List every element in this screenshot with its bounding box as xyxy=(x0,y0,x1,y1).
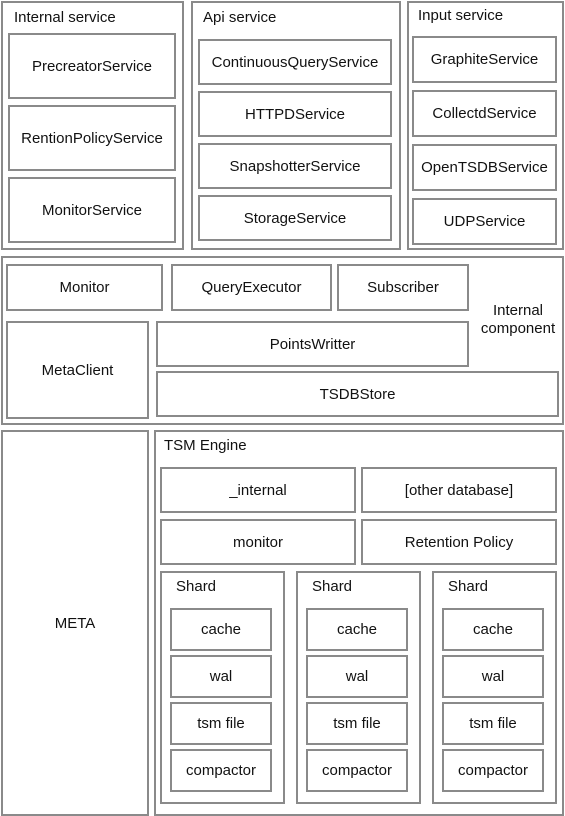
internal-component-title: Internal component xyxy=(480,302,556,337)
monitor-service: MonitorService xyxy=(8,177,176,243)
cache: cache xyxy=(442,608,544,651)
wal: wal xyxy=(442,655,544,698)
influxdb-architecture-diagram: Internal service PrecreatorService Renti… xyxy=(0,0,565,816)
tsm-engine-title: TSM Engine xyxy=(164,437,247,454)
meta: META xyxy=(1,430,149,816)
api-service-title: Api service xyxy=(203,9,277,26)
compactor: compactor xyxy=(306,749,408,792)
meta-client: MetaClient xyxy=(6,321,149,419)
opentsdb-service: OpenTSDBService xyxy=(412,144,557,191)
tsm-file: tsm file xyxy=(170,702,272,745)
graphite-service: GraphiteService xyxy=(412,36,557,83)
retention-policy: Retention Policy xyxy=(361,519,557,565)
shard-title: Shard xyxy=(176,578,217,595)
snapshotter-service: SnapshotterService xyxy=(198,143,392,189)
database-internal: _internal xyxy=(160,467,356,513)
continuous-query-service: ContinuousQueryService xyxy=(198,39,392,85)
httpd-service: HTTPDService xyxy=(198,91,392,137)
tsdb-store: TSDBStore xyxy=(156,371,559,417)
shard-title: Shard xyxy=(312,578,353,595)
wal: wal xyxy=(306,655,408,698)
udp-service: UDPService xyxy=(412,198,557,245)
input-service-title: Input service xyxy=(418,7,504,24)
storage-service: StorageService xyxy=(198,195,392,241)
retention-policy-service: RentionPolicyService xyxy=(8,105,176,171)
tsm-file: tsm file xyxy=(442,702,544,745)
tsm-file: tsm file xyxy=(306,702,408,745)
shard-title: Shard xyxy=(448,578,489,595)
collectd-service: CollectdService xyxy=(412,90,557,137)
database-other: [other database] xyxy=(361,467,557,513)
points-writer: PointsWritter xyxy=(156,321,469,367)
compactor: compactor xyxy=(170,749,272,792)
database-monitor: monitor xyxy=(160,519,356,565)
cache: cache xyxy=(306,608,408,651)
internal-service-title: Internal service xyxy=(14,9,116,26)
wal: wal xyxy=(170,655,272,698)
subscriber: Subscriber xyxy=(337,264,469,311)
compactor: compactor xyxy=(442,749,544,792)
monitor: Monitor xyxy=(6,264,163,311)
precreator-service: PrecreatorService xyxy=(8,33,176,99)
query-executor: QueryExecutor xyxy=(171,264,332,311)
cache: cache xyxy=(170,608,272,651)
